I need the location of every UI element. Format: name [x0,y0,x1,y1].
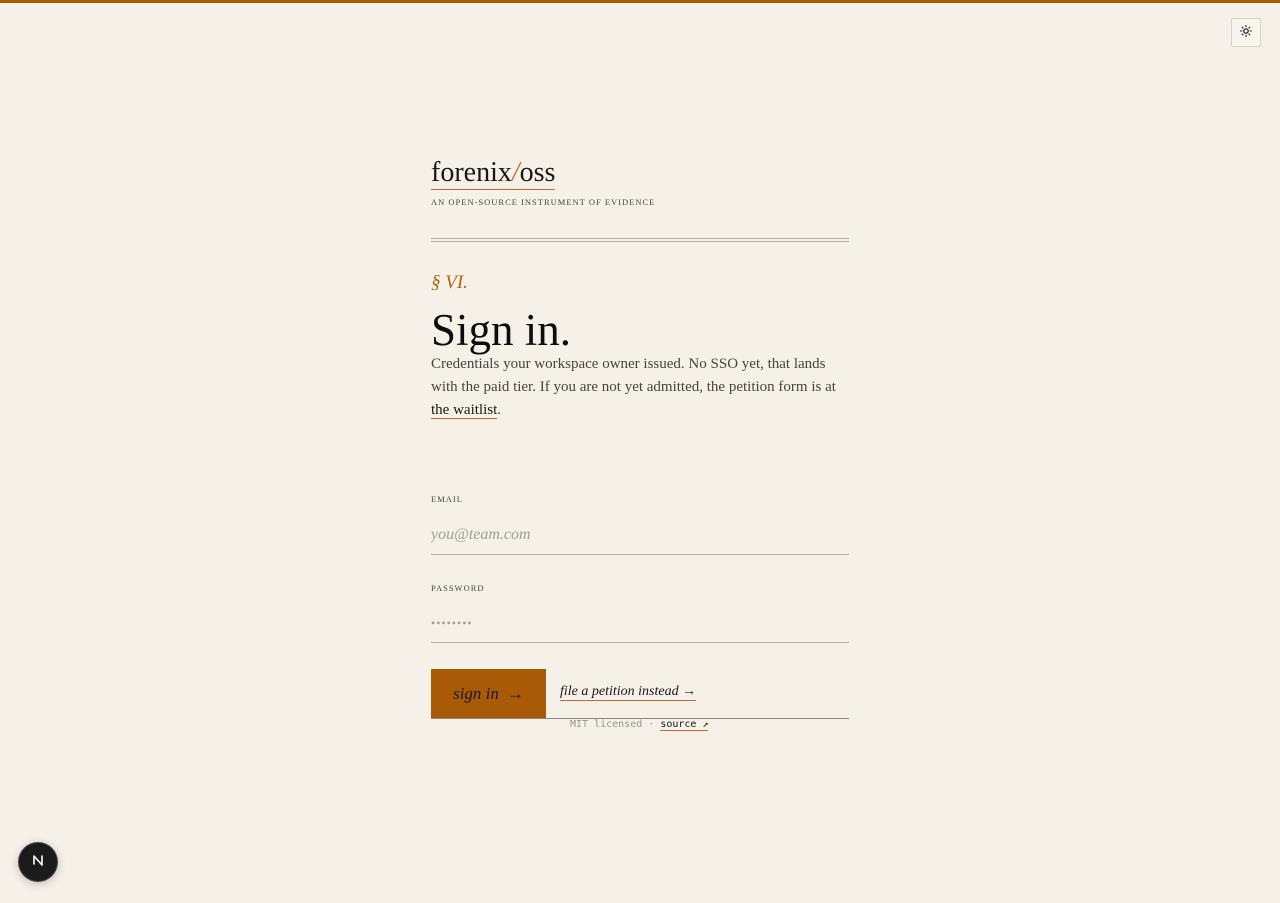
next-n-icon [30,852,46,873]
section-number: § VI. [431,272,468,293]
description-end: . [497,402,501,418]
top-accent-rule [0,0,1280,3]
sign-in-button[interactable]: sign in → [431,669,546,718]
license-text: MIT licensed · [570,719,661,730]
footer: MIT licensed · source ↗ [570,719,709,731]
petition-link[interactable]: file a petition instead → [560,684,697,701]
brand-name-left: forenix [431,157,512,188]
section-divider [431,238,849,242]
page-title: Sign in. [431,305,572,355]
dev-tools-badge[interactable] [19,843,57,881]
waitlist-link[interactable]: the waitlist [431,402,498,419]
signin-description: Credentials your workspace owner issued.… [431,353,849,422]
sign-in-label: sign in [453,683,499,703]
arrow-right-icon: → [506,683,524,703]
sun-icon [1240,24,1252,42]
brand-separator: / [511,157,520,188]
brand-tagline: AN OPEN-SOURCE INSTRUMENT OF EVIDENCE [431,197,656,207]
brand-logo[interactable]: forenix/oss [431,157,556,190]
brand-name-right: oss [519,157,556,188]
theme-toggle-button[interactable] [1231,18,1261,47]
description-text: Credentials your workspace owner issued.… [431,356,836,395]
password-label: PASSWORD [431,583,485,593]
email-label: EMAIL [431,494,463,504]
email-field[interactable] [431,515,849,555]
password-field[interactable] [431,603,849,643]
source-link[interactable]: source ↗ [660,719,709,731]
